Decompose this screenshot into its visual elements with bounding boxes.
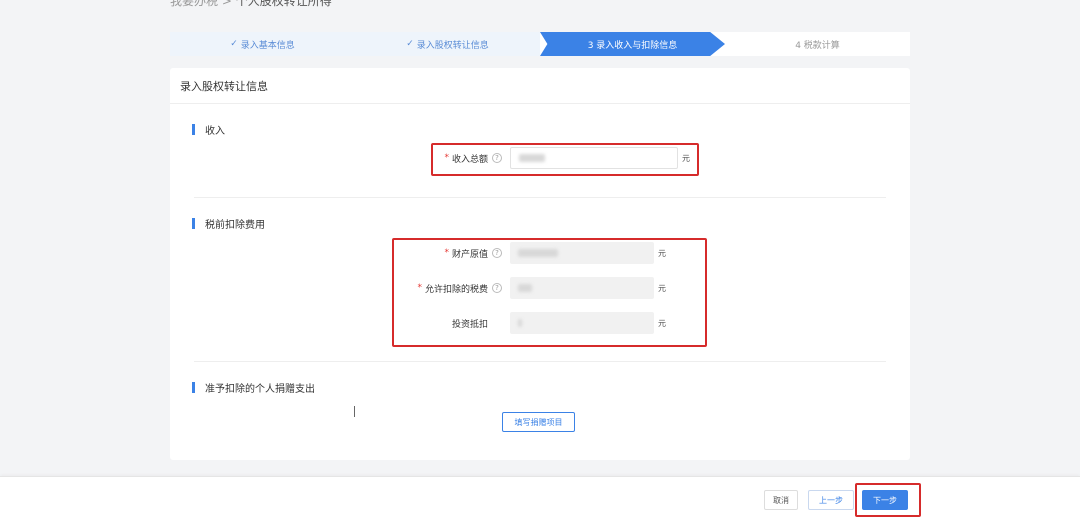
breadcrumb: 我要办税 > 个人股权转让所得 [170, 0, 332, 8]
prev-step-button[interactable]: 上一步 [808, 490, 854, 510]
divider [194, 197, 886, 198]
investment-offset-unit: 元 [658, 318, 666, 328]
section-marker [192, 124, 195, 135]
next-step-button[interactable]: 下一步 [862, 490, 908, 510]
income-total-label: 收入总额 [451, 154, 488, 165]
help-icon[interactable]: ? [492, 248, 502, 258]
investment-offset-input[interactable] [510, 312, 654, 334]
section-marker [192, 382, 195, 393]
section-income: 收入 [192, 122, 225, 137]
text-cursor [354, 406, 355, 417]
allowed-tax-unit: 元 [658, 283, 666, 293]
original-value-row: * 财产原值 ? 元 [402, 242, 666, 264]
step-income-deduction: 3 录入收入与扣除信息 [540, 32, 725, 56]
section-donation-title: 准予扣除的个人捐赠支出 [205, 384, 315, 395]
form-card: 录入股权转让信息 收入 * 收入总额 ? 元 税前扣除费用 * 财产原值 ? 元… [170, 68, 910, 460]
step-label: 录入股权转让信息 [416, 40, 489, 51]
required-mark: * [444, 153, 449, 163]
allowed-tax-input[interactable] [510, 277, 654, 299]
footer-bar [0, 476, 1080, 524]
income-total-unit: 元 [682, 153, 690, 163]
masked-value [518, 284, 532, 292]
original-value-label: 财产原值 [451, 249, 488, 260]
help-icon[interactable]: ? [492, 153, 502, 163]
breadcrumb-parent[interactable]: 我要办税 [170, 0, 218, 8]
income-total-row: * 收入总额 ? 元 [432, 147, 690, 169]
masked-value [519, 154, 545, 162]
income-total-input[interactable] [510, 147, 678, 169]
original-value-input[interactable] [510, 242, 654, 264]
breadcrumb-current: 个人股权转让所得 [235, 0, 332, 8]
section-income-title: 收入 [205, 126, 225, 137]
help-icon[interactable]: ? [492, 283, 502, 293]
step-basic-info: ✓ 录入基本信息 [170, 32, 355, 56]
fill-donation-button[interactable]: 填写捐赠项目 [502, 412, 575, 432]
section-marker [192, 218, 195, 229]
section-deduction: 税前扣除费用 [192, 216, 265, 231]
section-deduction-title: 税前扣除费用 [205, 220, 265, 231]
step-label: 3 录入收入与扣除信息 [587, 40, 678, 51]
required-mark: * [444, 248, 449, 258]
required-mark: * [417, 283, 422, 293]
section-donation: 准予扣除的个人捐赠支出 [192, 380, 315, 395]
investment-offset-label: 投资抵扣 [451, 319, 488, 330]
masked-value [518, 319, 522, 327]
divider [194, 361, 886, 362]
allowed-tax-label: 允许扣除的税费 [424, 284, 488, 295]
step-progress: ✓ 录入基本信息 ✓ 录入股权转让信息 3 录入收入与扣除信息 4 税款计算 [170, 32, 910, 56]
step-label: 录入基本信息 [240, 40, 295, 51]
card-title: 录入股权转让信息 [170, 68, 910, 104]
breadcrumb-separator: > [221, 0, 232, 8]
step-tax-calc: 4 税款计算 [725, 32, 910, 56]
step-equity-info: ✓ 录入股权转让信息 [355, 32, 540, 56]
step-label: 4 税款计算 [795, 40, 840, 51]
original-value-unit: 元 [658, 248, 666, 258]
masked-value [518, 249, 558, 257]
allowed-tax-row: * 允许扣除的税费 ? 元 [402, 277, 666, 299]
investment-offset-row: 投资抵扣 元 [402, 312, 666, 334]
check-icon: ✓ [406, 39, 414, 49]
check-icon: ✓ [230, 39, 238, 49]
cancel-button[interactable]: 取消 [764, 490, 798, 510]
